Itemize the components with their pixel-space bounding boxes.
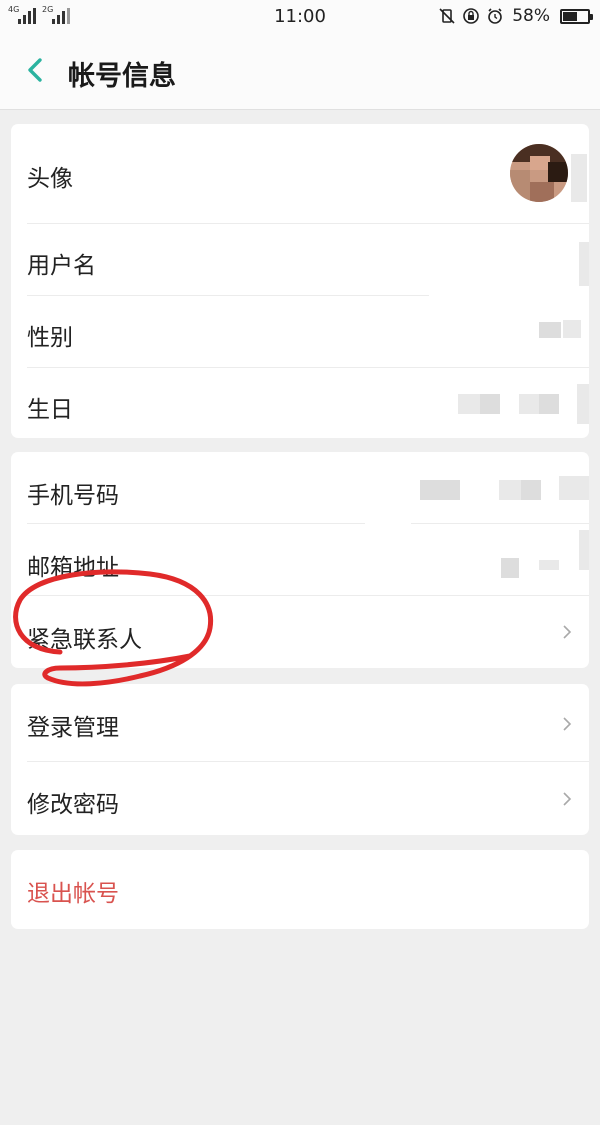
battery-icon [560,8,593,24]
phone-value-redacted [499,480,521,500]
avatar-edge-mosaic [571,154,587,202]
username-value-redacted [579,242,589,286]
app-header: 帐号信息 [0,34,600,110]
emergency-contact-row[interactable]: 紧急联系人 [11,596,589,668]
login-management-label: 登录管理 [27,715,119,741]
username-row[interactable]: 用户名 [11,224,589,296]
gender-value-redacted [563,320,581,338]
phone-value-redacted [420,480,460,500]
phone-row[interactable]: 手机号码 [11,452,589,524]
rotation-lock-icon [462,7,480,25]
chevron-right-icon [563,625,572,639]
logout-card: 退出帐号 [11,850,589,929]
phone-value-redacted [521,480,541,500]
phone-value-redacted [559,476,589,500]
login-management-row[interactable]: 登录管理 [11,684,589,762]
avatar-row[interactable]: 头像 [11,124,589,224]
birthday-value-redacted [577,384,589,424]
email-value-redacted [501,558,519,578]
email-label: 邮箱地址 [27,555,119,581]
profile-card: 头像 用户名 性别 生日 [11,124,589,438]
logout-button[interactable]: 退出帐号 [11,850,589,929]
avatar[interactable] [510,144,568,202]
birthday-value-redacted [480,394,500,414]
phone-label: 手机号码 [27,483,119,509]
gender-value-redacted [539,322,561,338]
gender-row[interactable]: 性别 [11,296,589,368]
contact-card: 手机号码 邮箱地址 紧急联系人 [11,452,589,668]
chevron-right-icon [563,717,572,731]
security-card: 登录管理 修改密码 [11,684,589,835]
birthday-value-redacted [539,394,559,414]
gender-label: 性别 [27,325,73,351]
status-bar: 4G 2G 11:00 58% [0,0,600,34]
emergency-contact-label: 紧急联系人 [27,627,142,653]
avatar-label: 头像 [27,166,73,192]
birthday-value-redacted [458,394,480,414]
battery-level [563,11,577,21]
change-password-label: 修改密码 [27,792,119,818]
status-icons: 58% [438,5,593,27]
battery-percent: 58% [512,6,550,26]
change-password-row[interactable]: 修改密码 [11,762,589,835]
birthday-label: 生日 [27,397,73,423]
chevron-left-icon [28,58,42,82]
mute-vibrate-icon [438,7,456,25]
page-title: 帐号信息 [68,61,176,92]
email-row[interactable]: 邮箱地址 [11,524,589,596]
alarm-icon [486,7,504,25]
back-button[interactable] [18,52,54,88]
logout-label: 退出帐号 [27,881,119,907]
chevron-right-icon [563,792,572,806]
username-label: 用户名 [27,253,96,279]
email-value-redacted [539,560,559,570]
birthday-value-redacted [519,394,539,414]
birthday-row[interactable]: 生日 [11,368,589,438]
email-value-redacted [579,530,589,570]
